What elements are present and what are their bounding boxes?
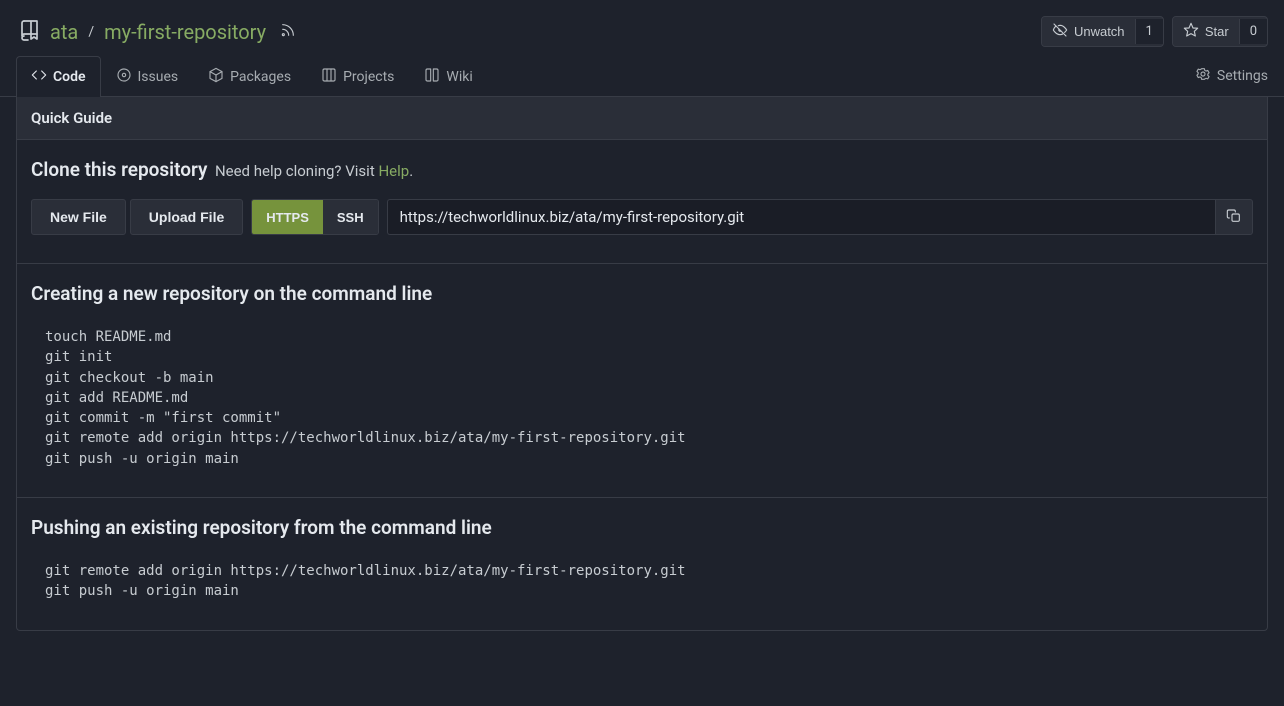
help-link[interactable]: Help	[378, 162, 409, 180]
tab-projects-label: Projects	[343, 69, 394, 85]
star-count[interactable]: 0	[1239, 19, 1267, 44]
repo-owner-link[interactable]: ata	[50, 20, 78, 44]
projects-icon	[321, 67, 337, 87]
push-repo-code[interactable]: git remote add origin https://techworldl…	[31, 561, 1253, 602]
protocol-toggle: HTTPS SSH	[251, 199, 378, 235]
watch-count[interactable]: 1	[1135, 19, 1163, 44]
tab-code-label: Code	[53, 69, 86, 85]
push-repo-title: Pushing an existing repository from the …	[31, 516, 1253, 539]
clone-controls: New File Upload File HTTPS SSH	[31, 199, 1253, 235]
clone-url-row	[387, 199, 1253, 235]
copy-icon	[1226, 208, 1242, 227]
tab-code[interactable]: Code	[16, 56, 101, 97]
tab-packages-label: Packages	[230, 69, 291, 85]
clone-sub-post: .	[409, 162, 413, 180]
quick-guide-panel: Quick Guide Clone this repository Need h…	[16, 97, 1268, 631]
star-button[interactable]: Star	[1173, 17, 1239, 46]
issues-icon	[116, 67, 132, 87]
proto-https-button[interactable]: HTTPS	[252, 200, 323, 234]
repo-tabs: Code Issues Packages Projects Wiki Setti…	[0, 55, 1284, 97]
packages-icon	[208, 67, 224, 87]
new-file-button[interactable]: New File	[31, 199, 126, 235]
tab-issues[interactable]: Issues	[101, 56, 194, 97]
clone-subtitle: Need help cloning? Visit Help.	[215, 162, 413, 180]
copy-url-button[interactable]	[1215, 199, 1253, 235]
create-repo-section: Creating a new repository on the command…	[17, 264, 1267, 498]
unwatch-button[interactable]: Unwatch	[1042, 17, 1135, 46]
rss-icon[interactable]	[274, 22, 296, 42]
clone-title: Clone this repository	[31, 158, 207, 181]
quick-guide-header: Quick Guide	[17, 97, 1267, 140]
repo-actions: Unwatch 1 Star 0	[1041, 16, 1268, 47]
slash-separator: /	[88, 24, 94, 40]
clone-url-input[interactable]	[387, 199, 1215, 235]
star-label: Star	[1205, 24, 1229, 39]
repo-icon	[18, 18, 42, 46]
create-repo-code[interactable]: touch README.md git init git checkout -b…	[31, 327, 1253, 469]
tabs-left: Code Issues Packages Projects Wiki	[16, 55, 488, 96]
tab-packages[interactable]: Packages	[193, 56, 306, 97]
watch-group: Unwatch 1	[1041, 16, 1164, 47]
clone-section: Clone this repository Need help cloning?…	[17, 140, 1267, 264]
code-icon	[31, 67, 47, 87]
watch-label: Unwatch	[1074, 24, 1125, 39]
tab-settings-label: Settings	[1217, 68, 1268, 84]
proto-ssh-button[interactable]: SSH	[323, 200, 378, 234]
content: Quick Guide Clone this repository Need h…	[0, 97, 1284, 631]
create-repo-title: Creating a new repository on the command…	[31, 282, 1253, 305]
push-repo-section: Pushing an existing repository from the …	[17, 498, 1267, 630]
wiki-icon	[424, 67, 440, 87]
upload-file-button[interactable]: Upload File	[130, 199, 243, 235]
tab-issues-label: Issues	[138, 69, 179, 85]
eye-off-icon	[1052, 22, 1068, 41]
tab-wiki[interactable]: Wiki	[409, 56, 487, 97]
star-group: Star 0	[1172, 16, 1268, 47]
repo-header: ata / my-first-repository Unwatch 1 Star	[0, 0, 1284, 55]
tab-wiki-label: Wiki	[446, 69, 472, 85]
repo-title: ata / my-first-repository	[18, 18, 296, 46]
clone-sub-pre: Need help cloning? Visit	[215, 162, 379, 180]
settings-icon	[1195, 66, 1211, 86]
tab-settings[interactable]: Settings	[1181, 56, 1268, 96]
star-icon	[1183, 22, 1199, 41]
tab-projects[interactable]: Projects	[306, 56, 409, 97]
repo-name-link[interactable]: my-first-repository	[104, 20, 266, 44]
